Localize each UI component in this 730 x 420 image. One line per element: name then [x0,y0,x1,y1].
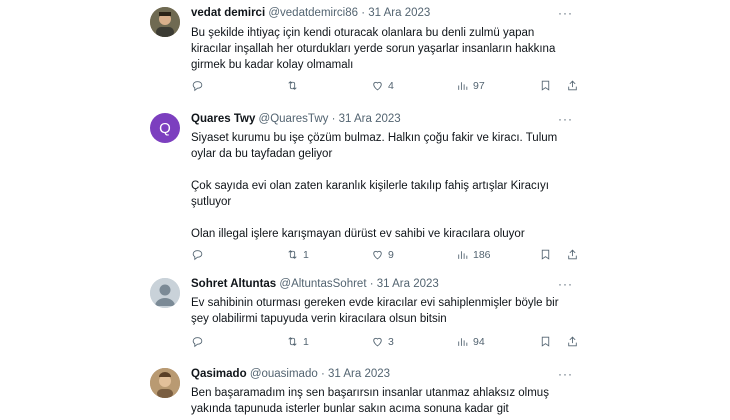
views-count: 97 [473,79,485,92]
tweet-text-line: oylar da bu tayfadan geliyor [191,148,333,160]
more-icon[interactable]: ··· [558,367,573,381]
retweet-icon [288,250,297,259]
author-name[interactable]: Qasimado [191,368,247,380]
bookmark-button[interactable] [539,248,552,261]
author-name[interactable]: Quares Twy [191,113,255,125]
reply-button[interactable] [191,248,208,261]
tweet-card[interactable]: Sohret Altuntas @AltuntasSohret · 31 Ara… [140,271,590,358]
tweet-text-line: şutluyor [191,196,232,208]
separator-dot: · [361,7,366,19]
views-count: 186 [473,248,491,261]
tweet-card[interactable]: vedat demirci @vedatdemirci86 · 31 Ara 2… [140,0,590,103]
author-handle[interactable]: @AltuntasSohret [279,278,366,290]
views-icon [458,251,468,259]
reply-icon [192,250,203,261]
retweet-count: 1 [303,335,309,348]
views-icon [458,82,468,90]
separator-dot: · [369,278,374,290]
like-count: 9 [388,248,394,261]
tweet-text-line: Ben başaramadım inş sen başarırsın insan… [191,387,549,399]
more-icon[interactable]: ··· [558,277,573,291]
share-icon [568,80,577,91]
bookmark-icon [541,249,550,260]
tweet-date[interactable]: 31 Ara 2023 [368,7,430,19]
bookmark-button[interactable] [539,335,552,348]
share-icon [568,249,577,260]
tweet-actions: 4 97 [191,79,581,95]
tweet-text: Ev sahibinin oturması gereken evde kirac… [191,295,571,327]
avatar[interactable] [150,368,180,398]
tweet-text-line: Çok sayıda evi olan zaten karanlık kişil… [191,180,549,192]
tweet-text: Bu şekilde ihtiyaç için kendi oturacak o… [191,25,571,73]
separator-dot: · [320,368,325,380]
tweet-text-line: girmek bu kadar kolay olmamalı [191,59,354,71]
tweet-actions: 1 9 186 [191,248,581,264]
retweet-icon [288,81,297,90]
like-icon [373,337,382,347]
separator-dot: · [331,113,336,125]
like-button[interactable]: 4 [371,79,394,92]
tweet-card[interactable]: Qasimado @ouasimado · 31 Ara 2023 ··· Be… [140,358,590,420]
avatar[interactable] [150,7,180,37]
like-button[interactable]: 9 [371,248,394,261]
like-icon [373,250,382,260]
reply-icon [192,81,203,92]
retweet-button[interactable] [286,79,303,92]
tweet-actions: 1 3 94 [191,335,581,351]
author-handle[interactable]: @vedatdemirci86 [268,7,358,19]
tweet-text-line: Bu şekilde ihtiyaç için kendi oturacak o… [191,27,535,39]
tweet-text-line: yakında tapunuda isterler bunlar sakın a… [191,403,509,415]
tweet-text-line: Ev sahibinin oturması gereken evde kirac… [191,297,559,309]
share-button[interactable] [566,79,579,92]
views-count: 94 [473,335,485,348]
tweet-date[interactable]: 31 Ara 2023 [377,278,439,290]
views-button[interactable]: 94 [456,335,485,348]
retweet-icon [288,337,297,346]
tweet-text-line: şey olabilirmi tapuyuda verin kiracılara… [191,313,447,325]
tweet-text-line: kiracılar inşallah her oturdukları yerde… [191,43,556,55]
retweet-button[interactable]: 1 [286,248,309,261]
like-count: 3 [388,335,394,348]
tweet-date[interactable]: 31 Ara 2023 [328,368,390,380]
retweet-count: 1 [303,248,309,261]
like-count: 4 [388,79,394,92]
like-button[interactable]: 3 [371,335,394,348]
bookmark-icon [541,336,550,347]
retweet-button[interactable]: 1 [286,335,309,348]
author-handle[interactable]: @QuaresTwy [259,113,329,125]
avatar[interactable]: Q [150,113,180,143]
avatar[interactable] [150,278,180,308]
avatar-letter: Q [159,119,171,137]
author-handle[interactable]: @ouasimado [250,368,318,380]
reply-icon [192,337,203,348]
reply-button[interactable] [191,79,208,92]
views-button[interactable]: 186 [456,248,491,261]
tweet-text-line: Olan illegal işlere karışmayan dürüst ev… [191,228,525,240]
author-name[interactable]: vedat demirci [191,7,265,19]
default-avatar-icon [150,278,180,308]
tweet-card[interactable]: Q Quares Twy @QuaresTwy · 31 Ara 2023 ··… [140,103,590,271]
more-icon[interactable]: ··· [558,112,573,126]
avatar-photo [150,7,180,37]
author-name[interactable]: Sohret Altuntas [191,278,276,290]
reply-button[interactable] [191,335,208,348]
views-button[interactable]: 97 [456,79,485,92]
share-button[interactable] [566,335,579,348]
more-icon[interactable]: ··· [558,6,573,20]
like-icon [373,81,382,91]
bookmark-button[interactable] [539,79,552,92]
bookmark-icon [541,80,550,91]
share-button[interactable] [566,248,579,261]
tweet-date[interactable]: 31 Ara 2023 [339,113,401,125]
tweet-text: Siyaset kurumu bu işe çözüm bulmaz. Halk… [191,130,571,242]
avatar-photo [150,368,180,398]
share-icon [568,336,577,347]
tweet-text: Ben başaramadım inş sen başarırsın insan… [191,385,571,417]
views-icon [458,338,468,346]
tweet-text-line: Siyaset kurumu bu işe çözüm bulmaz. Halk… [191,132,558,144]
